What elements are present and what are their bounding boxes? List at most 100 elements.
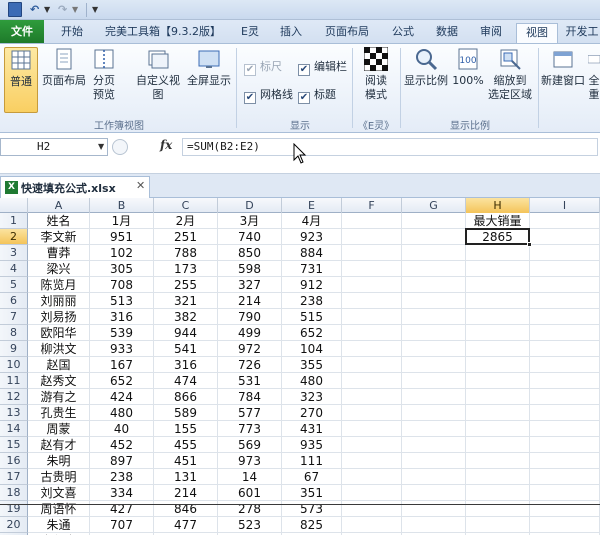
cell-c16[interactable]: 451: [154, 453, 218, 469]
tab-developer[interactable]: 开发工: [564, 23, 600, 43]
row-header-11[interactable]: 11: [0, 373, 28, 389]
tab-data[interactable]: 数据: [428, 23, 466, 43]
row-header-20[interactable]: 20: [0, 517, 28, 533]
cell-a11[interactable]: 赵秀文: [28, 373, 90, 389]
cell-h12[interactable]: [466, 389, 530, 405]
cell-b3[interactable]: 102: [90, 245, 154, 261]
cell-f11[interactable]: [342, 373, 402, 389]
row-header-4[interactable]: 4: [0, 261, 28, 277]
formula-input[interactable]: =SUM(B2:E2): [182, 138, 598, 156]
tab-page-layout[interactable]: 页面布局: [316, 23, 378, 43]
cell-c12[interactable]: 866: [154, 389, 218, 405]
cell-e9[interactable]: 104: [282, 341, 342, 357]
cell-c14[interactable]: 155: [154, 421, 218, 437]
cell-i6[interactable]: [530, 293, 600, 309]
row-header-6[interactable]: 6: [0, 293, 28, 309]
cell-b1[interactable]: 1月: [90, 213, 154, 229]
cell-h1[interactable]: 最大销量: [466, 213, 530, 229]
cell-a9[interactable]: 柳洪文: [28, 341, 90, 357]
tab-eling[interactable]: E灵: [232, 23, 268, 43]
zoom-to-selection-button[interactable]: 缩放到 选定区域: [486, 47, 534, 113]
cell-h5[interactable]: [466, 277, 530, 293]
cell-f15[interactable]: [342, 437, 402, 453]
cell-h18[interactable]: [466, 485, 530, 501]
cell-b5[interactable]: 708: [90, 277, 154, 293]
cell-d3[interactable]: 850: [218, 245, 282, 261]
cell-d5[interactable]: 327: [218, 277, 282, 293]
cell-g14[interactable]: [402, 421, 466, 437]
cell-g2[interactable]: [402, 229, 466, 245]
cell-c13[interactable]: 589: [154, 405, 218, 421]
cell-a18[interactable]: 刘文喜: [28, 485, 90, 501]
cell-i1[interactable]: [530, 213, 600, 229]
cell-e15[interactable]: 935: [282, 437, 342, 453]
customize-toolbar-icon[interactable]: ▼: [92, 2, 102, 17]
cell-c11[interactable]: 474: [154, 373, 218, 389]
cell-d13[interactable]: 577: [218, 405, 282, 421]
cell-a1[interactable]: 姓名: [28, 213, 90, 229]
cell-h9[interactable]: [466, 341, 530, 357]
column-header-i[interactable]: I: [530, 198, 600, 213]
cell-g6[interactable]: [402, 293, 466, 309]
cell-e16[interactable]: 111: [282, 453, 342, 469]
cell-a14[interactable]: 周蒙: [28, 421, 90, 437]
cell-h15[interactable]: [466, 437, 530, 453]
cell-e2[interactable]: 923: [282, 229, 342, 245]
full-screen-button[interactable]: 全屏显示: [186, 47, 232, 113]
cell-i5[interactable]: [530, 277, 600, 293]
spreadsheet-grid[interactable]: ABCDEFGHI 1 姓名 1月 2月 3月 4月 最大销量 2 李文新 951 251 740 92…: [0, 198, 600, 535]
cell-e3[interactable]: 884: [282, 245, 342, 261]
column-header-f[interactable]: F: [342, 198, 402, 213]
cell-f2[interactable]: [342, 229, 402, 245]
cell-b10[interactable]: 167: [90, 357, 154, 373]
cell-a3[interactable]: 曹莽: [28, 245, 90, 261]
cell-c20[interactable]: 477: [154, 517, 218, 533]
cell-h20[interactable]: [466, 517, 530, 533]
cell-i18[interactable]: [530, 485, 600, 501]
cell-e14[interactable]: 431: [282, 421, 342, 437]
row-header-5[interactable]: 5: [0, 277, 28, 293]
cell-e7[interactable]: 515: [282, 309, 342, 325]
cell-c17[interactable]: 131: [154, 469, 218, 485]
cell-d16[interactable]: 973: [218, 453, 282, 469]
cell-d9[interactable]: 972: [218, 341, 282, 357]
page-layout-view-button[interactable]: 页面布局: [40, 47, 88, 113]
cell-d11[interactable]: 531: [218, 373, 282, 389]
cell-b16[interactable]: 897: [90, 453, 154, 469]
cell-g10[interactable]: [402, 357, 466, 373]
cell-f16[interactable]: [342, 453, 402, 469]
cell-i7[interactable]: [530, 309, 600, 325]
column-header-d[interactable]: D: [218, 198, 282, 213]
cell-h10[interactable]: [466, 357, 530, 373]
column-header-a[interactable]: A: [28, 198, 90, 213]
cell-d2[interactable]: 740: [218, 229, 282, 245]
cell-b9[interactable]: 933: [90, 341, 154, 357]
close-icon[interactable]: ✕: [136, 179, 145, 192]
cell-g3[interactable]: [402, 245, 466, 261]
cell-d1[interactable]: 3月: [218, 213, 282, 229]
cell-e10[interactable]: 355: [282, 357, 342, 373]
cell-g13[interactable]: [402, 405, 466, 421]
cell-a13[interactable]: 孔贵生: [28, 405, 90, 421]
cell-g1[interactable]: [402, 213, 466, 229]
cell-a8[interactable]: 欧阳华: [28, 325, 90, 341]
cell-h8[interactable]: [466, 325, 530, 341]
row-header-7[interactable]: 7: [0, 309, 28, 325]
row-header-10[interactable]: 10: [0, 357, 28, 373]
cell-i14[interactable]: [530, 421, 600, 437]
cell-b7[interactable]: 316: [90, 309, 154, 325]
cell-b18[interactable]: 334: [90, 485, 154, 501]
cell-c1[interactable]: 2月: [154, 213, 218, 229]
row-header-12[interactable]: 12: [0, 389, 28, 405]
new-window-button[interactable]: 新建窗口: [540, 47, 586, 113]
column-header-b[interactable]: B: [90, 198, 154, 213]
cell-f13[interactable]: [342, 405, 402, 421]
tab-view[interactable]: 视图: [516, 23, 558, 43]
cell-c5[interactable]: 255: [154, 277, 218, 293]
cell-g18[interactable]: [402, 485, 466, 501]
name-box-dropdown-icon[interactable]: ▼: [98, 142, 104, 151]
cell-a2[interactable]: 李文新: [28, 229, 90, 245]
cell-e4[interactable]: 731: [282, 261, 342, 277]
cell-g5[interactable]: [402, 277, 466, 293]
cell-d14[interactable]: 773: [218, 421, 282, 437]
